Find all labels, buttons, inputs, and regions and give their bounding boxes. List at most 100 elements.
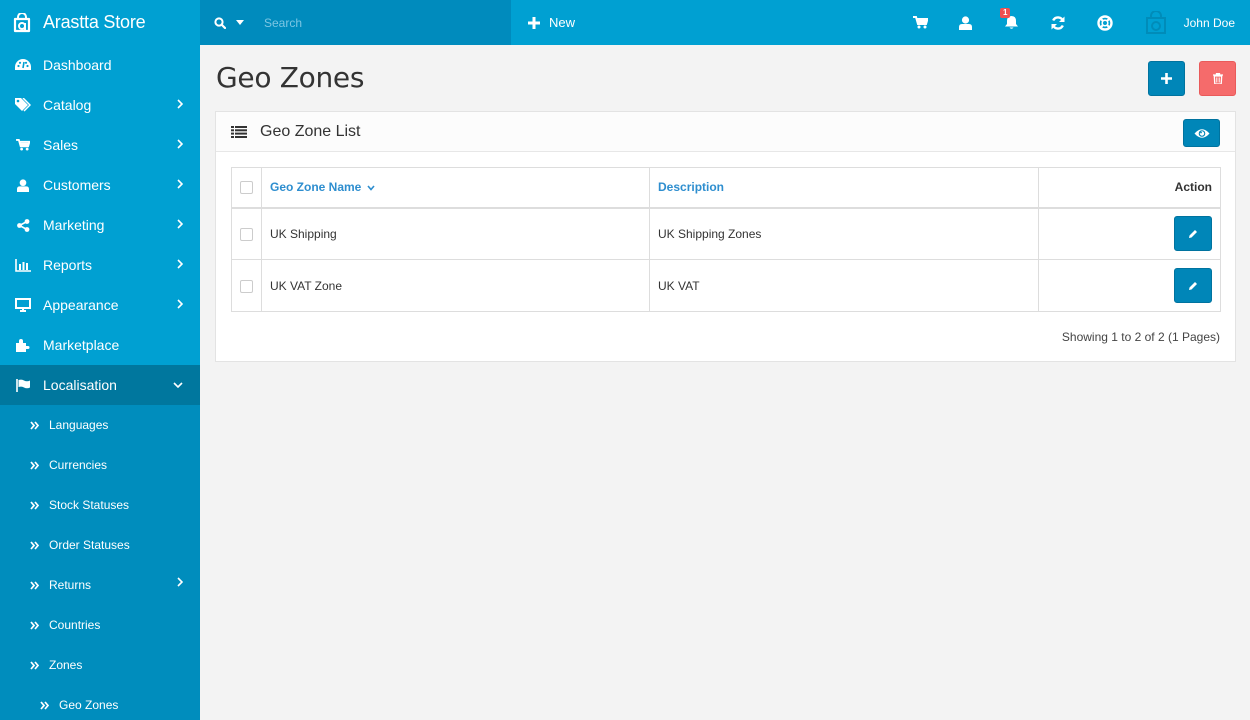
sort-desc-chevron-icon xyxy=(367,185,375,191)
sidebar-sublabel: Geo Zones xyxy=(59,698,119,712)
sidebar-item-catalog[interactable]: Catalog xyxy=(0,85,200,125)
geo-zone-name: UK VAT Zone xyxy=(261,259,650,312)
sidebar-sublabel: Zones xyxy=(49,658,83,672)
sidebar-item-sales[interactable]: Sales xyxy=(0,125,200,165)
new-label: New xyxy=(549,15,576,30)
column-header-name: Geo Zone Name xyxy=(261,167,650,209)
share-icon xyxy=(14,218,32,232)
geo-zone-list-panel: Geo Zone List Geo Zone Name Description … xyxy=(215,111,1236,362)
desktop-icon xyxy=(14,298,32,312)
sidebar-subitem-languages[interactable]: Languages xyxy=(0,405,200,445)
double-chevron-right-icon xyxy=(30,540,39,550)
sidebar-item-localisation[interactable]: Localisation xyxy=(0,365,200,405)
brand[interactable]: Arastta Store xyxy=(0,0,200,45)
table-header-row: Geo Zone Name Description Action xyxy=(231,167,1221,209)
chevron-right-icon xyxy=(177,139,183,149)
user-icon xyxy=(958,15,972,30)
row-checkbox[interactable] xyxy=(240,279,253,293)
sidebar-subitem-zones[interactable]: Zones xyxy=(0,645,200,685)
column-header-description: Description xyxy=(649,167,1039,209)
geo-zone-description: UK VAT xyxy=(649,259,1039,312)
edit-button[interactable] xyxy=(1174,268,1212,303)
edit-button[interactable] xyxy=(1174,216,1212,252)
search-input[interactable] xyxy=(264,15,484,30)
trash-icon xyxy=(1212,73,1223,84)
cart-button[interactable] xyxy=(905,0,935,45)
sidebar-item-marketplace[interactable]: Marketplace xyxy=(0,325,200,365)
sidebar-subitem-order-statuses[interactable]: Order Statuses xyxy=(0,525,200,565)
caret-down-icon xyxy=(236,20,244,25)
chevron-right-icon xyxy=(177,219,183,229)
user-name: John Doe xyxy=(1183,15,1235,30)
sidebar-subitem-stock-statuses[interactable]: Stock Statuses xyxy=(0,485,200,525)
sort-by-description-link[interactable]: Description xyxy=(658,180,724,194)
row-action-cell xyxy=(1038,259,1221,312)
new-button[interactable]: New xyxy=(528,0,575,45)
table-row: UK Shipping UK Shipping Zones xyxy=(231,207,1221,260)
geo-zone-description: UK Shipping Zones xyxy=(649,207,1039,260)
column-name-label: Geo Zone Name xyxy=(270,180,362,195)
row-action-cell xyxy=(1038,207,1221,260)
sidebar-item-marketing[interactable]: Marketing xyxy=(0,205,200,245)
customers-button[interactable] xyxy=(950,0,980,45)
avatar xyxy=(1145,10,1167,35)
flag-icon xyxy=(14,378,32,392)
sidebar-item-reports[interactable]: Reports xyxy=(0,245,200,285)
sidebar-item-appearance[interactable]: Appearance xyxy=(0,285,200,325)
chevron-down-icon xyxy=(173,382,183,388)
sidebar-subitem-geo-zones[interactable]: Geo Zones xyxy=(0,685,200,720)
row-select-cell xyxy=(231,207,262,260)
sidebar-subitem-returns[interactable]: Returns xyxy=(0,565,200,605)
sidebar-subitem-countries[interactable]: Countries xyxy=(0,605,200,645)
sidebar-label: Marketing xyxy=(43,217,105,233)
dashboard-icon xyxy=(14,59,32,71)
select-all-cell xyxy=(231,167,262,209)
refresh-button[interactable] xyxy=(1043,0,1073,45)
sidebar-sublabel: Order Statuses xyxy=(49,538,130,552)
sort-by-name-link[interactable]: Geo Zone Name xyxy=(262,180,375,194)
delete-button[interactable] xyxy=(1199,61,1236,96)
store-title: Arastta Store xyxy=(43,12,146,32)
notification-count-badge: 1 xyxy=(1000,8,1011,18)
user-menu[interactable]: John Doe xyxy=(1145,0,1235,45)
double-chevron-right-icon xyxy=(30,620,39,630)
row-select-cell xyxy=(231,259,262,312)
sidebar-sublabel: Stock Statuses xyxy=(49,498,130,512)
toggle-filter-button[interactable] xyxy=(1183,119,1220,147)
chevron-right-icon xyxy=(177,577,183,587)
notifications-button[interactable]: 1 xyxy=(996,0,1026,45)
list-icon xyxy=(231,125,247,138)
sidebar-sublabel: Languages xyxy=(49,418,109,432)
sidebar: Dashboard Catalog Sales Customers Market… xyxy=(0,45,200,720)
panel-heading: Geo Zone List xyxy=(216,112,1235,152)
top-navbar: New 1 John Doe xyxy=(511,0,1250,45)
tags-icon xyxy=(14,98,32,112)
sidebar-subitem-currencies[interactable]: Currencies xyxy=(0,445,200,485)
geo-zone-table: Geo Zone Name Description Action UK Ship… xyxy=(231,167,1221,312)
sidebar-label: Marketplace xyxy=(43,337,120,353)
sidebar-item-dashboard[interactable]: Dashboard xyxy=(0,45,200,85)
puzzle-icon xyxy=(14,338,32,352)
sidebar-label: Dashboard xyxy=(43,57,112,73)
refresh-icon xyxy=(1051,15,1065,30)
plus-icon xyxy=(528,16,549,29)
help-button[interactable] xyxy=(1090,0,1120,45)
user-icon xyxy=(14,178,32,192)
panel-title: Geo Zone List xyxy=(260,122,361,140)
double-chevron-right-icon xyxy=(30,660,39,670)
chevron-right-icon xyxy=(177,259,183,269)
row-checkbox[interactable] xyxy=(240,227,253,241)
sidebar-item-customers[interactable]: Customers xyxy=(0,165,200,205)
sidebar-label: Reports xyxy=(43,257,93,273)
sidebar-label: Appearance xyxy=(43,297,119,313)
sidebar-label: Localisation xyxy=(43,377,117,393)
search-icon xyxy=(214,16,226,29)
double-chevron-right-icon xyxy=(40,700,49,710)
add-geo-zone-button[interactable] xyxy=(1148,61,1185,96)
double-chevron-right-icon xyxy=(30,580,39,590)
page-title: Geo Zones xyxy=(216,61,365,94)
select-all-checkbox[interactable] xyxy=(240,181,253,195)
search-scope-button[interactable] xyxy=(214,16,244,29)
sidebar-label: Customers xyxy=(43,177,111,193)
table-row: UK VAT Zone UK VAT xyxy=(231,259,1221,312)
